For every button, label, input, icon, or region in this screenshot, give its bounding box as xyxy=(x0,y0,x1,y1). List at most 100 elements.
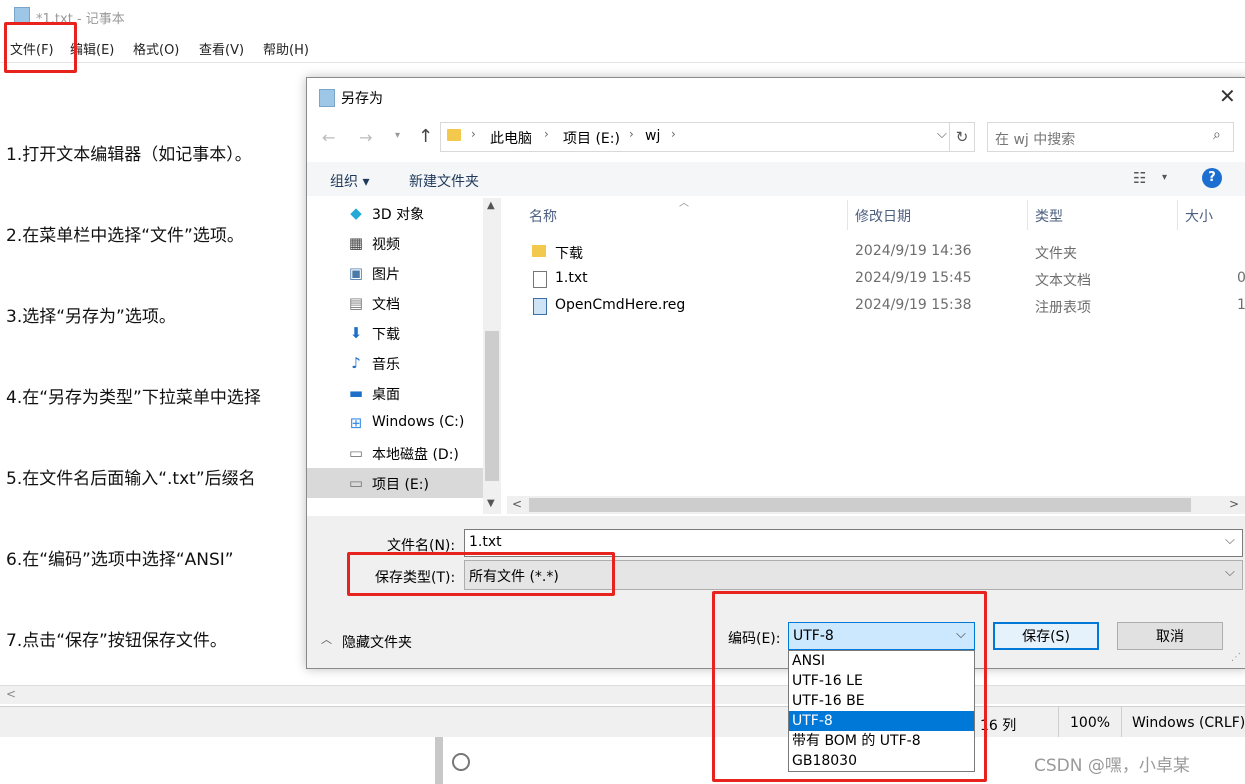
filename-dropdown-icon[interactable]: ⌵ xyxy=(1225,533,1235,548)
close-icon[interactable]: ✕ xyxy=(1219,84,1236,108)
back-arrow-icon[interactable]: ← xyxy=(322,128,335,147)
drive-icon: ▭ xyxy=(348,444,364,462)
file-row[interactable]: OpenCmdHere.reg 2024/9/19 15:38 注册表项 1 xyxy=(529,294,1245,320)
sidebar-item-3d-objects[interactable]: ◆ 3D 对象 xyxy=(307,198,483,228)
column-header-name[interactable]: 名称 xyxy=(529,206,557,226)
breadcrumb-separator-icon: › xyxy=(471,127,476,141)
status-zoom: 100% xyxy=(1070,715,1111,731)
sidebar-item-label: 项目 (E:) xyxy=(372,477,429,493)
text-line: 4.在“另存为类型”下拉菜单中选择 xyxy=(6,388,261,408)
address-dropdown-icon[interactable]: ⌵ xyxy=(937,127,947,142)
filename-value: 1.txt xyxy=(469,534,502,550)
menu-help[interactable]: 帮助(H) xyxy=(263,39,309,58)
breadcrumb-drive[interactable]: 项目 (E:) xyxy=(563,128,620,148)
column-header-type[interactable]: 类型 xyxy=(1035,206,1063,226)
recent-chevron-icon[interactable]: ▾ xyxy=(395,130,400,141)
annotation-box-file-menu xyxy=(4,22,77,73)
file-row[interactable]: 下载 2024/9/19 14:36 文件夹 xyxy=(529,240,1245,266)
cancel-button[interactable]: 取消 xyxy=(1117,622,1223,650)
view-chevron-icon[interactable]: ▾ xyxy=(1162,172,1167,183)
file-type: 文本文档 xyxy=(1035,273,1091,289)
sidebar-item-pictures[interactable]: ▣ 图片 xyxy=(307,258,483,288)
scroll-down-icon[interactable]: ▼ xyxy=(487,498,495,509)
text-file-icon xyxy=(533,271,547,288)
annotation-box-save-type xyxy=(347,552,615,596)
sidebar-item-drive-e[interactable]: ▭ 项目 (E:) xyxy=(307,468,483,498)
refresh-icon[interactable]: ↻ xyxy=(949,122,975,152)
filelist-scroll-thumb[interactable] xyxy=(529,498,1191,512)
menu-format[interactable]: 格式(O) xyxy=(133,39,179,58)
sidebar-item-videos[interactable]: ▦ 视频 xyxy=(307,228,483,258)
text-line: 1.打开文本编辑器（如记事本）。 xyxy=(6,145,252,165)
sidebar-item-label: 本地磁盘 (D:) xyxy=(372,447,459,463)
drive-icon: ⊞ xyxy=(349,414,363,432)
sidebar-item-label: 文档 xyxy=(372,297,400,313)
column-header-date[interactable]: 修改日期 xyxy=(855,206,911,226)
text-line: 7.点击“保存”按钮保存文件。 xyxy=(6,631,227,651)
notepad-title-bar: *1.txt - 记事本 xyxy=(0,0,1245,34)
column-divider[interactable] xyxy=(847,200,848,230)
save-button[interactable]: 保存(S) xyxy=(993,622,1099,650)
column-header-size[interactable]: 大小 xyxy=(1185,206,1213,226)
sort-ascending-icon: ︿ xyxy=(679,198,689,209)
sidebar-item-label: 视频 xyxy=(372,237,400,253)
scroll-right-icon[interactable]: > xyxy=(1229,497,1239,511)
search-box[interactable]: 在 wj 中搜索 ⌕ xyxy=(987,122,1234,152)
scroll-up-icon[interactable]: ▲ xyxy=(487,200,495,211)
breadcrumb-separator-icon: › xyxy=(671,127,676,141)
cube-icon: ◆ xyxy=(350,204,362,222)
sidebar-item-documents[interactable]: ▤ 文档 xyxy=(307,288,483,318)
sidebar-item-label: 下载 xyxy=(372,327,400,343)
file-name: 1.txt xyxy=(555,270,588,286)
file-row[interactable]: 1.txt 2024/9/19 15:45 文本文档 0 xyxy=(529,267,1245,293)
sidebar-item-label: 3D 对象 xyxy=(372,207,425,223)
dialog-title: 另存为 xyxy=(341,91,383,107)
download-arrow-icon: ⬇ xyxy=(349,324,363,342)
resize-grip-icon[interactable]: ⋰ xyxy=(1231,652,1241,663)
new-folder-button[interactable]: 新建文件夹 xyxy=(409,171,479,191)
organize-menu[interactable]: 组织 ▾ xyxy=(330,171,369,191)
status-line-ending: Windows (CRLF) xyxy=(1132,715,1245,731)
chevron-up-icon[interactable]: ︿ xyxy=(321,631,332,647)
sidebar-item-drive-c[interactable]: ⊞ Windows (C:) xyxy=(307,408,483,438)
sidebar-item-desktop[interactable]: ▬ 桌面 xyxy=(307,378,483,408)
up-arrow-icon[interactable]: ↑ xyxy=(418,126,433,147)
sidebar-item-downloads[interactable]: ⬇ 下载 xyxy=(307,318,483,348)
sidebar-item-label: Windows (C:) xyxy=(372,414,465,430)
csdn-watermark: CSDN @嘿，小卓某 xyxy=(1034,756,1190,776)
crosshair-icon xyxy=(452,753,470,771)
sidebar-item-drive-d[interactable]: ▭ 本地磁盘 (D:) xyxy=(307,438,483,468)
breadcrumb-folder[interactable]: wj xyxy=(645,128,660,144)
hide-folders-toggle[interactable]: 隐藏文件夹 xyxy=(342,632,412,652)
status-divider xyxy=(1058,707,1059,737)
notepad-menubar: 文件(F) 编辑(E) 格式(O) 查看(V) 帮助(H) xyxy=(0,34,1245,62)
menu-view[interactable]: 查看(V) xyxy=(199,39,244,58)
text-line: 5.在文件名后面输入“.txt”后缀名 xyxy=(6,469,256,489)
help-icon[interactable]: ? xyxy=(1202,168,1222,188)
annotation-box-encoding xyxy=(712,591,987,782)
scroll-left-icon[interactable]: < xyxy=(6,687,16,701)
breadcrumb-this-pc[interactable]: 此电脑 xyxy=(490,128,532,148)
search-placeholder: 在 wj 中搜索 xyxy=(995,132,1076,148)
notepad-horizontal-scrollbar[interactable]: < xyxy=(0,685,1245,704)
sidebar-item-label: 音乐 xyxy=(372,357,400,373)
notepad-text-area[interactable]: 1.打开文本编辑器（如记事本）。 2.在菜单栏中选择“文件”选项。 3.选择“另… xyxy=(6,88,306,682)
forward-arrow-icon[interactable]: → xyxy=(359,128,372,147)
column-divider[interactable] xyxy=(1027,200,1028,230)
file-name: OpenCmdHere.reg xyxy=(555,297,686,313)
document-icon: ▤ xyxy=(348,294,364,312)
file-type: 注册表项 xyxy=(1035,300,1091,316)
filelist-horizontal-scrollbar[interactable]: < > xyxy=(507,496,1245,514)
strip-divider xyxy=(435,737,443,784)
scroll-left-icon[interactable]: < xyxy=(512,497,522,511)
desktop-icon: ▬ xyxy=(348,384,364,402)
sidebar-item-music[interactable]: ♪ 音乐 xyxy=(307,348,483,378)
background-window-strip: CSDN @嘿，小卓某 xyxy=(0,737,1245,784)
address-bar[interactable]: › 此电脑 › 项目 (E:) › wj › ⌵ xyxy=(440,122,975,152)
sidebar-scroll-thumb[interactable] xyxy=(485,331,499,481)
filetype-dropdown-icon[interactable]: ⌵ xyxy=(1225,565,1235,580)
status-divider xyxy=(1121,707,1122,737)
view-options-icon[interactable]: ☷ xyxy=(1133,169,1146,187)
sidebar-scrollbar[interactable]: ▲ ▼ xyxy=(483,198,501,514)
column-divider[interactable] xyxy=(1177,200,1178,230)
